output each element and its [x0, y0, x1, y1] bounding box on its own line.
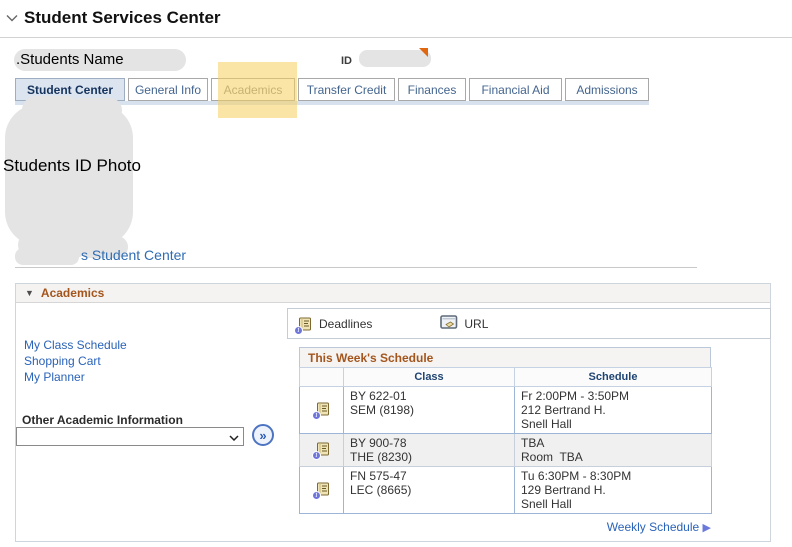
tab-finances[interactable]: Finances: [398, 78, 466, 101]
schedule-cell: TBA Room TBA: [515, 434, 712, 467]
deadlines-label: Deadlines: [319, 317, 372, 331]
photo-overlay-text: Students ID Photo: [3, 156, 141, 176]
class-code: FN 575-47: [350, 469, 508, 483]
schedule-building: Snell Hall: [521, 417, 705, 431]
class-code: BY 900-78: [350, 436, 508, 450]
schedule-room: 212 Bertrand H.: [521, 403, 705, 417]
class-calendar-icon[interactable]: i: [315, 441, 331, 457]
student-services-center-page: Student Services Center .Students Name I…: [0, 0, 792, 547]
academics-section-title: Academics: [41, 286, 104, 300]
name-redaction-blob-small: [15, 248, 79, 265]
schedule-title: This Week's Schedule: [299, 347, 711, 367]
url-button[interactable]: URL: [440, 315, 488, 333]
student-center-heading: s Student Center: [81, 247, 186, 263]
info-bubble-icon: i: [312, 411, 321, 420]
class-detail-cell: i: [300, 387, 344, 434]
url-label: URL: [464, 317, 488, 331]
toolbar-box: i Deadlines URL: [287, 308, 771, 339]
schedule-building: Snell Hall: [521, 497, 705, 511]
class-detail-cell: i: [300, 434, 344, 467]
class-section: THE (8230): [350, 450, 508, 464]
collapse-chevron-icon[interactable]: [6, 9, 18, 27]
class-cell: BY 900-78 THE (8230): [344, 434, 515, 467]
header-divider: [0, 37, 792, 38]
weekly-schedule-link[interactable]: Weekly Schedule: [607, 520, 700, 534]
schedule-room: Room TBA: [521, 450, 705, 464]
deadlines-button[interactable]: i Deadlines: [297, 316, 372, 332]
schedule-time: TBA: [521, 436, 705, 450]
other-academic-info-select[interactable]: [16, 427, 244, 446]
section-divider: [15, 267, 697, 268]
other-academic-info-label: Other Academic Information: [22, 413, 183, 427]
page-header: Student Services Center: [6, 8, 221, 28]
student-name-overlay: .Students Name: [16, 51, 124, 68]
schedule-time: Fr 2:00PM - 3:50PM: [521, 389, 705, 403]
info-bubble-icon: i: [312, 491, 321, 500]
arrow-right-icon[interactable]: ▶: [703, 522, 711, 534]
class-cell: BY 622-01 SEM (8198): [344, 387, 515, 434]
id-label: ID: [341, 55, 352, 67]
tab-financial-aid[interactable]: Financial Aid: [469, 78, 562, 101]
class-section: LEC (8665): [350, 483, 508, 497]
schedule-footer: Weekly Schedule ▶: [299, 520, 711, 534]
class-section: SEM (8198): [350, 403, 508, 417]
icon-column-header: [300, 368, 344, 387]
deadlines-calendar-icon: i: [297, 316, 313, 332]
my-planner-link[interactable]: My Planner: [24, 369, 127, 385]
url-window-icon: [440, 315, 458, 333]
annotation-corner-marker: [419, 48, 428, 57]
schedule-cell: Fr 2:00PM - 3:50PM 212 Bertrand H. Snell…: [515, 387, 712, 434]
schedule-room: 129 Bertrand H.: [521, 483, 705, 497]
tab-general-info[interactable]: General Info: [128, 78, 208, 101]
tab-admissions[interactable]: Admissions: [565, 78, 649, 101]
go-button[interactable]: »: [252, 424, 274, 446]
photo-redaction-blob: [70, 98, 122, 122]
table-row: i FN 575-47 LEC (8665) Tu 6:30PM - 8:30P…: [300, 467, 712, 514]
weekly-schedule-panel: This Week's Schedule Class Schedule: [299, 347, 711, 534]
info-bubble-icon: i: [312, 451, 321, 460]
info-bubble-icon: i: [294, 326, 303, 335]
academics-section: ▼ Academics My Class Schedule Shopping C…: [15, 283, 771, 542]
schedule-column-header: Schedule: [515, 368, 712, 387]
table-row: i BY 900-78 THE (8230) TBA Room TBA: [300, 434, 712, 467]
tab-transfer-credit[interactable]: Transfer Credit: [298, 78, 395, 101]
class-code: BY 622-01: [350, 389, 508, 403]
class-detail-cell: i: [300, 467, 344, 514]
table-row: i BY 622-01 SEM (8198) Fr 2:00PM - 3:50P…: [300, 387, 712, 434]
class-cell: FN 575-47 LEC (8665): [344, 467, 515, 514]
class-calendar-icon[interactable]: i: [315, 481, 331, 497]
page-title: Student Services Center: [24, 8, 221, 28]
shopping-cart-link[interactable]: Shopping Cart: [24, 353, 127, 369]
academics-links: My Class Schedule Shopping Cart My Plann…: [24, 337, 127, 385]
class-column-header: Class: [344, 368, 515, 387]
academics-section-header: ▼ Academics: [16, 284, 770, 303]
yellow-highlight-annotation: [218, 62, 297, 118]
schedule-cell: Tu 6:30PM - 8:30PM 129 Bertrand H. Snell…: [515, 467, 712, 514]
schedule-table: Class Schedule: [299, 367, 712, 514]
my-class-schedule-link[interactable]: My Class Schedule: [24, 337, 127, 353]
collapse-triangle-icon[interactable]: ▼: [25, 288, 34, 298]
chevron-down-icon: [229, 428, 239, 446]
schedule-time: Tu 6:30PM - 8:30PM: [521, 469, 705, 483]
class-calendar-icon[interactable]: i: [315, 401, 331, 417]
